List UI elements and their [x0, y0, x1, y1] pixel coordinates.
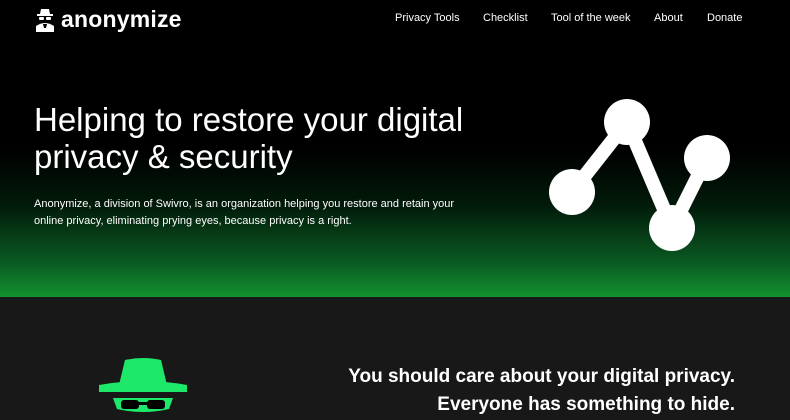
- tagline-line-1: You should care about your digital priva…: [348, 366, 735, 387]
- tagline-line-2: Everyone has something to hide.: [437, 394, 735, 415]
- nav-donate[interactable]: Donate: [707, 12, 742, 24]
- navbar: anonymize Privacy Tools Checklist Tool o…: [0, 0, 790, 40]
- brand-name: anonymize: [61, 6, 182, 32]
- nav-about[interactable]: About: [654, 12, 683, 24]
- privacy-tagline: You should care about your digital priva…: [348, 363, 735, 419]
- spy-icon: [99, 358, 187, 412]
- hero-description: Anonymize, a division of Swivro, is an o…: [34, 198, 455, 227]
- hero-title-line-2: privacy & security: [34, 138, 293, 175]
- nav-checklist[interactable]: Checklist: [483, 12, 528, 24]
- nav-privacy-tools[interactable]: Privacy Tools: [395, 12, 460, 24]
- brand-logo-link[interactable]: anonymize: [35, 6, 182, 33]
- nav-tool-of-the-week[interactable]: Tool of the week: [551, 12, 631, 24]
- hero-title-line-1: Helping to restore your digital: [34, 101, 464, 138]
- spy-logo-icon: [36, 8, 54, 32]
- hero-title: Helping to restore your digital privacy …: [34, 101, 514, 175]
- network-nodes-icon: [549, 99, 730, 251]
